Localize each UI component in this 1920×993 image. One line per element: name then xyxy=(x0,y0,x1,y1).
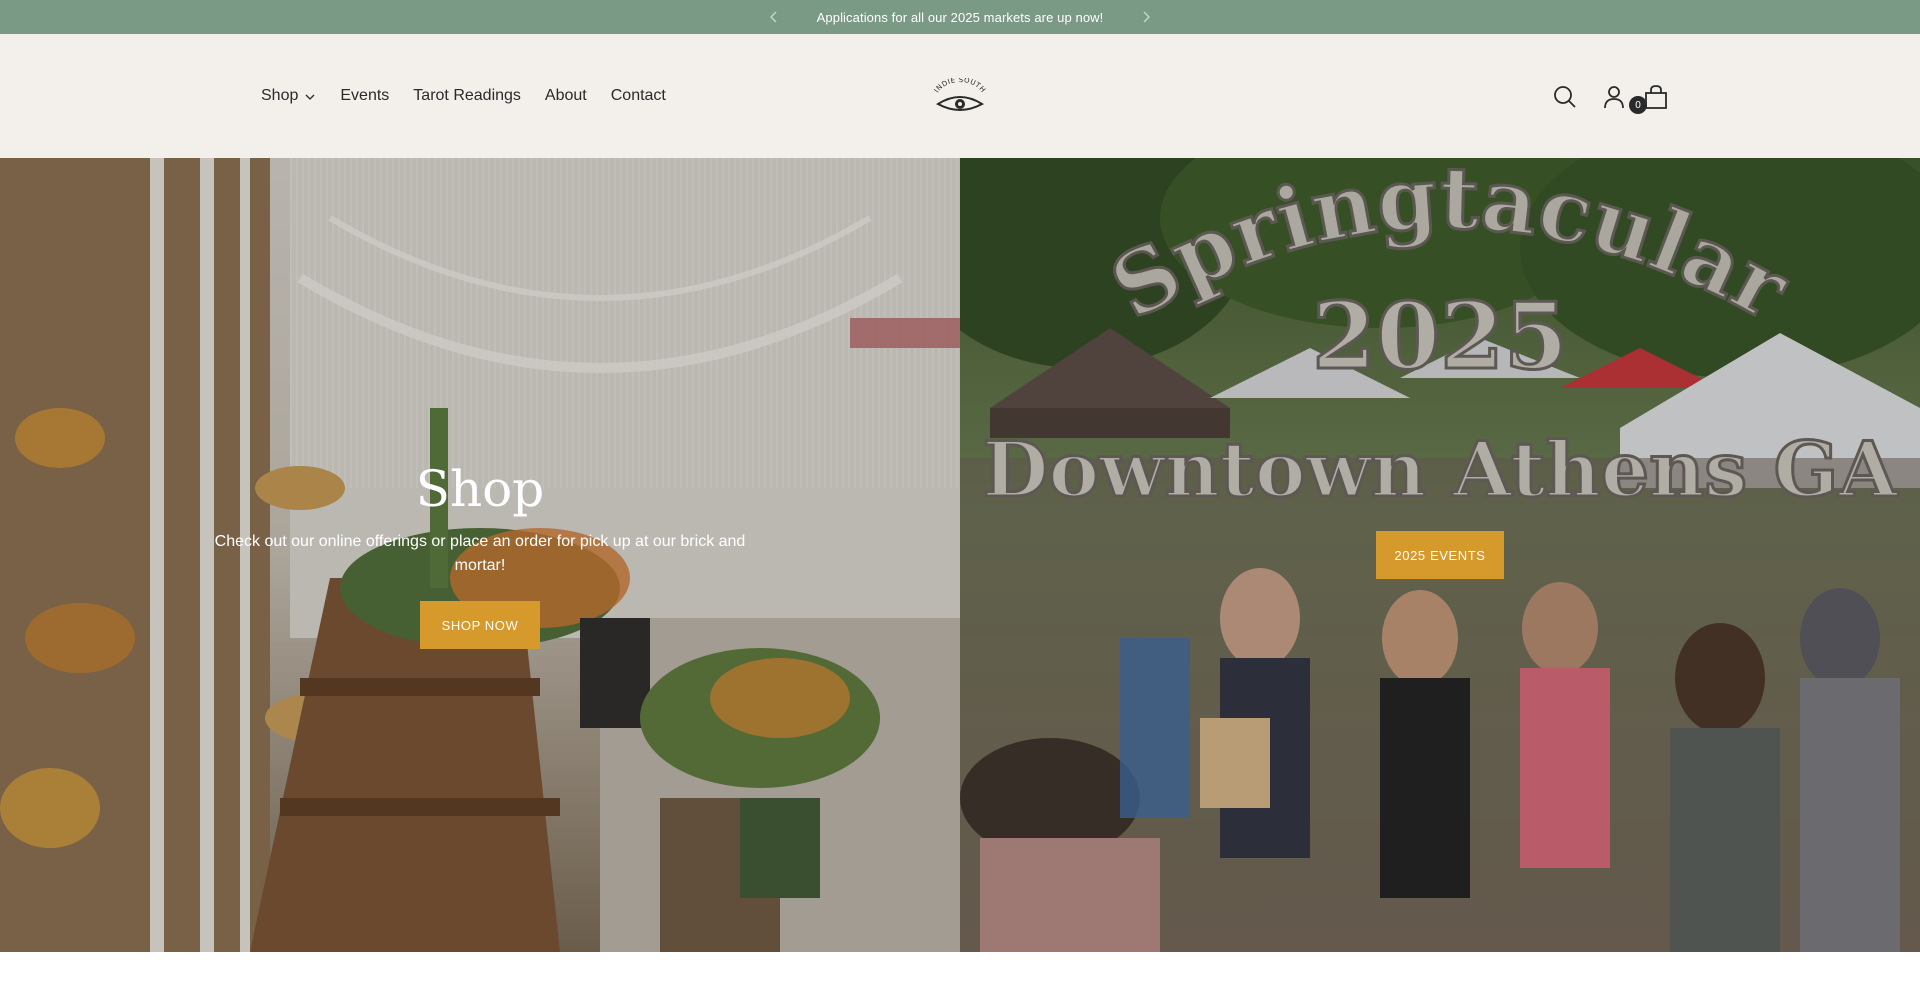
announcement-bar: Applications for all our 2025 markets ar… xyxy=(0,0,1920,34)
nav-item-shop-label: Shop xyxy=(261,87,299,104)
nav-item-shop[interactable]: Shop xyxy=(261,87,316,105)
shop-title: Shop xyxy=(415,460,545,518)
site-logo[interactable]: INDIE SOUTH xyxy=(928,78,992,118)
hero-shop-panel: Shop Check out our online offerings or p… xyxy=(0,158,960,952)
announcement-text[interactable]: Applications for all our 2025 markets ar… xyxy=(817,10,1104,25)
site-header: Shop Events Tarot Readings About Contact… xyxy=(0,34,1920,158)
nav-item-about[interactable]: About xyxy=(545,87,587,105)
hero-events-panel: Springtacular 2025 Downtown Athens GA 20… xyxy=(960,158,1920,952)
hero-shop-content: Shop Check out our online offerings or p… xyxy=(0,158,960,952)
events-button[interactable]: 2025 EVENTS xyxy=(1376,531,1504,579)
chevron-down-icon xyxy=(305,94,315,100)
svg-text:INDIE SOUTH: INDIE SOUTH xyxy=(933,78,987,94)
account-icon[interactable] xyxy=(1601,84,1627,110)
chevron-left-icon[interactable] xyxy=(762,0,786,34)
shop-description: Check out our online offerings or place … xyxy=(214,533,746,574)
cart-count-badge: 0 xyxy=(1629,96,1647,114)
nav-item-contact[interactable]: Contact xyxy=(611,87,666,105)
shop-now-button[interactable]: SHOP NOW xyxy=(420,601,540,649)
search-icon[interactable] xyxy=(1552,84,1578,110)
page-bottom-area xyxy=(0,952,1920,993)
chevron-right-icon[interactable] xyxy=(1134,0,1158,34)
hero-events-content: 2025 EVENTS xyxy=(960,158,1920,952)
nav-item-events[interactable]: Events xyxy=(340,87,389,105)
logo-text: INDIE SOUTH xyxy=(933,78,987,94)
nav-item-tarot-readings[interactable]: Tarot Readings xyxy=(413,87,521,105)
main-nav: Shop Events Tarot Readings About Contact xyxy=(261,34,690,158)
